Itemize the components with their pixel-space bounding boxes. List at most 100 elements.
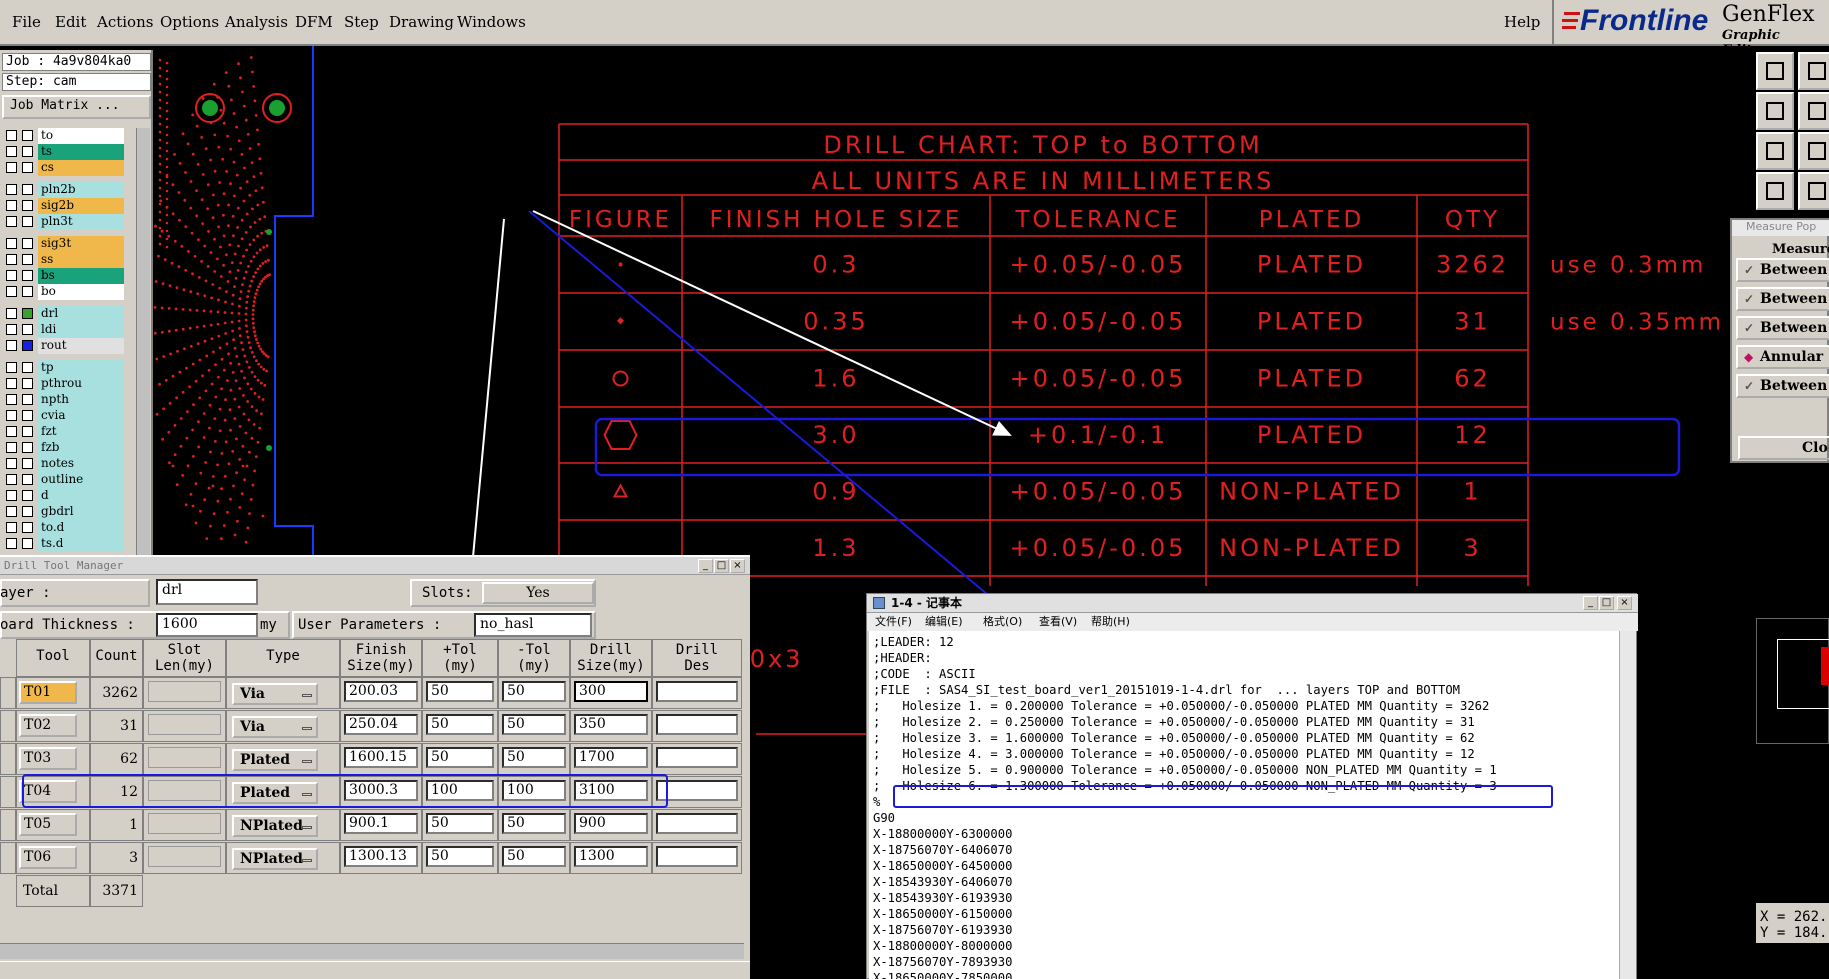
layer-row-to[interactable]: to — [2, 128, 152, 144]
layer-row-to-d[interactable]: to.d — [2, 520, 152, 536]
layer-affected-checkbox[interactable] — [22, 254, 33, 265]
tool-button[interactable]: T01 — [19, 681, 77, 704]
layer-row-sig3t[interactable]: sig3t — [2, 236, 152, 252]
layer-row-ss[interactable]: ss — [2, 252, 152, 268]
layer-row-pln3t[interactable]: pln3t — [2, 214, 152, 230]
finish-input[interactable]: 1600.15 — [344, 747, 418, 768]
layer-row-npth[interactable]: npth — [2, 392, 152, 408]
menu-options[interactable]: Options — [160, 13, 219, 31]
layer-affected-checkbox[interactable] — [22, 238, 33, 249]
layer-affected-checkbox[interactable] — [22, 362, 33, 373]
measure-between-button-1[interactable]: ✓ Between — [1736, 258, 1829, 282]
layer-visibility-checkbox[interactable] — [6, 522, 17, 533]
layer-visibility-checkbox[interactable] — [6, 394, 17, 405]
drill-des-input[interactable] — [656, 747, 738, 768]
layer-affected-checkbox[interactable] — [22, 324, 33, 335]
layer-visibility-checkbox[interactable] — [6, 538, 17, 549]
notepad-vertical-scrollbar[interactable] — [1619, 631, 1636, 979]
layer-row-cvia[interactable]: cvia — [2, 408, 152, 424]
layer-affected-checkbox[interactable] — [22, 394, 33, 405]
layer-affected-checkbox[interactable] — [22, 216, 33, 227]
menu-step[interactable]: Step — [344, 13, 379, 31]
layer-row-drl[interactable]: drl — [2, 306, 152, 322]
toolbar-button-5[interactable] — [1756, 132, 1794, 170]
row-handle[interactable] — [0, 677, 16, 709]
layer-row-pln2b[interactable]: pln2b — [2, 182, 152, 198]
type-select[interactable]: NPlated — [232, 815, 318, 837]
layer-visibility-checkbox[interactable] — [6, 410, 17, 421]
measure-between-button-2[interactable]: ✓ Between — [1736, 287, 1829, 311]
type-select[interactable]: Via — [232, 716, 318, 738]
layer-affected-checkbox[interactable] — [22, 184, 33, 195]
slot-len-field[interactable] — [148, 681, 221, 702]
drill-des-input[interactable] — [656, 681, 738, 702]
ntol-input[interactable]: 50 — [502, 747, 566, 768]
notepad-menu-file[interactable]: 文件(F) — [875, 613, 912, 631]
layer-visibility-checkbox[interactable] — [6, 270, 17, 281]
notepad-menu-help[interactable]: 帮助(H) — [1091, 613, 1130, 631]
notepad-minimize-button[interactable]: _ — [1583, 596, 1598, 610]
menu-dfm[interactable]: DFM — [295, 13, 333, 31]
type-select[interactable]: NPlated — [232, 848, 318, 870]
ntol-input[interactable]: 50 — [502, 846, 566, 867]
job-matrix-button[interactable]: Job Matrix ... — [2, 95, 151, 119]
toolbar-button-6[interactable] — [1798, 132, 1829, 170]
layer-affected-checkbox[interactable] — [22, 130, 33, 141]
layer-visibility-checkbox[interactable] — [6, 184, 17, 195]
layer-row-pthrou[interactable]: pthrou — [2, 376, 152, 392]
layer-visibility-checkbox[interactable] — [6, 146, 17, 157]
ptol-input[interactable]: 50 — [426, 681, 494, 702]
ptol-input[interactable]: 50 — [426, 714, 494, 735]
drill-des-input[interactable] — [656, 813, 738, 834]
layer-row-gbdrl[interactable]: gbdrl — [2, 504, 152, 520]
layer-affected-checkbox[interactable] — [22, 286, 33, 297]
layer-affected-checkbox[interactable] — [22, 506, 33, 517]
row-handle[interactable] — [0, 776, 16, 808]
slot-len-field[interactable] — [148, 747, 221, 768]
row-handle[interactable] — [0, 842, 16, 874]
layer-row-ts-d[interactable]: ts.d — [2, 536, 152, 552]
notepad-menu-edit[interactable]: 编辑(E) — [925, 613, 963, 631]
notepad-menu-format[interactable]: 格式(O) — [983, 613, 1022, 631]
tool-button[interactable]: T06 — [19, 846, 77, 869]
tool-button[interactable]: T05 — [19, 813, 77, 836]
layer-visibility-checkbox[interactable] — [6, 308, 17, 319]
layer-visibility-checkbox[interactable] — [6, 490, 17, 501]
notepad-maximize-button[interactable]: □ — [1599, 596, 1614, 610]
measure-close-button[interactable]: Clo — [1738, 436, 1829, 460]
layer-affected-checkbox[interactable] — [22, 442, 33, 453]
layer-list-scrollbar[interactable] — [136, 128, 150, 604]
dtm-horizontal-scrollbar[interactable] — [0, 943, 744, 959]
layer-affected-checkbox[interactable] — [22, 474, 33, 485]
layer-visibility-checkbox[interactable] — [6, 130, 17, 141]
menu-analysis[interactable]: Analysis — [225, 13, 288, 31]
layer-affected-checkbox[interactable] — [22, 426, 33, 437]
layer-row-fzb[interactable]: fzb — [2, 440, 152, 456]
layer-row-sig2b[interactable]: sig2b — [2, 198, 152, 214]
ptol-input[interactable]: 50 — [426, 747, 494, 768]
type-select[interactable]: Via — [232, 683, 318, 705]
toolbar-button-8[interactable] — [1798, 172, 1829, 210]
slots-select[interactable]: Yes — [482, 582, 594, 604]
notepad-menu-view[interactable]: 查看(V) — [1039, 613, 1077, 631]
tool-button[interactable]: T03 — [19, 747, 77, 770]
drill-des-input[interactable] — [656, 714, 738, 735]
layer-affected-checkbox[interactable] — [22, 522, 33, 533]
notepad-close-button[interactable]: × — [1617, 596, 1632, 610]
layer-row-outline[interactable]: outline — [2, 472, 152, 488]
tool-button[interactable]: T02 — [19, 714, 77, 737]
layer-row-ts[interactable]: ts — [2, 144, 152, 160]
layer-affected-checkbox[interactable] — [22, 490, 33, 501]
menu-drawing[interactable]: Drawing — [389, 13, 454, 31]
menu-file[interactable]: File — [12, 13, 41, 31]
row-handle[interactable] — [0, 743, 16, 775]
layer-affected-checkbox[interactable] — [22, 200, 33, 211]
layer-visibility-checkbox[interactable] — [6, 200, 17, 211]
layer-visibility-checkbox[interactable] — [6, 286, 17, 297]
menu-actions[interactable]: Actions — [97, 13, 153, 31]
finish-input[interactable]: 200.03 — [344, 681, 418, 702]
layer-row-fzt[interactable]: fzt — [2, 424, 152, 440]
toolbar-button-7[interactable] — [1756, 172, 1794, 210]
layer-visibility-checkbox[interactable] — [6, 216, 17, 227]
drill-input[interactable]: 900 — [574, 813, 648, 834]
